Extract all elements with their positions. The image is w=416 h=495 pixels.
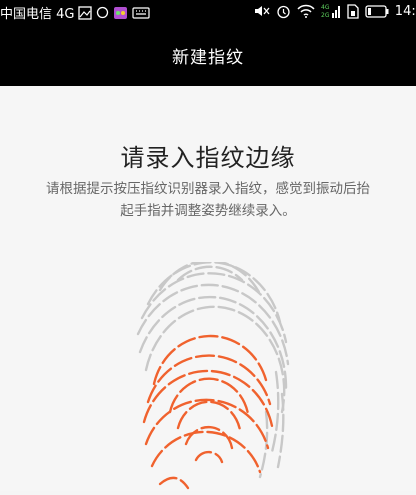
enroll-heading: 请录入指纹边缘 — [120, 144, 296, 172]
mute-icon — [254, 4, 270, 18]
status-bar: 中国电信 4G 4G 2G 14: — [0, 0, 416, 24]
net-primary-label: 4G — [321, 4, 330, 11]
signal-icon: 4G 2G — [321, 3, 341, 19]
page-title: 新建指纹 — [172, 48, 244, 68]
wifi-icon — [297, 4, 315, 18]
status-time: 14:1 — [394, 3, 416, 19]
enroll-panel: 请录入指纹边缘 请根据提示按压指纹识别器录入指纹，感觉到振动后抬起手指并调整姿势… — [0, 86, 416, 491]
keyboard-icon — [132, 6, 151, 19]
sim-icon — [347, 3, 359, 19]
circle-icon — [96, 6, 109, 19]
fingerprint-graphic — [130, 259, 290, 495]
status-right: 4G 2G 14:1 — [254, 3, 416, 19]
fingerprint-icon — [136, 259, 290, 490]
carrier-label: 中国电信 4G — [0, 7, 75, 22]
image-icon — [78, 5, 93, 20]
title-bar: 新建指纹 — [0, 24, 416, 86]
enroll-instruction: 请根据提示按压指纹识别器录入指纹，感觉到振动后抬起手指并调整姿势继续录入。 — [46, 181, 370, 219]
game-icon — [113, 6, 128, 20]
battery-icon — [365, 4, 389, 18]
net-secondary-label: 2G — [321, 12, 330, 19]
alarm-icon — [276, 4, 291, 19]
status-left: 中国电信 4G — [0, 3, 151, 22]
